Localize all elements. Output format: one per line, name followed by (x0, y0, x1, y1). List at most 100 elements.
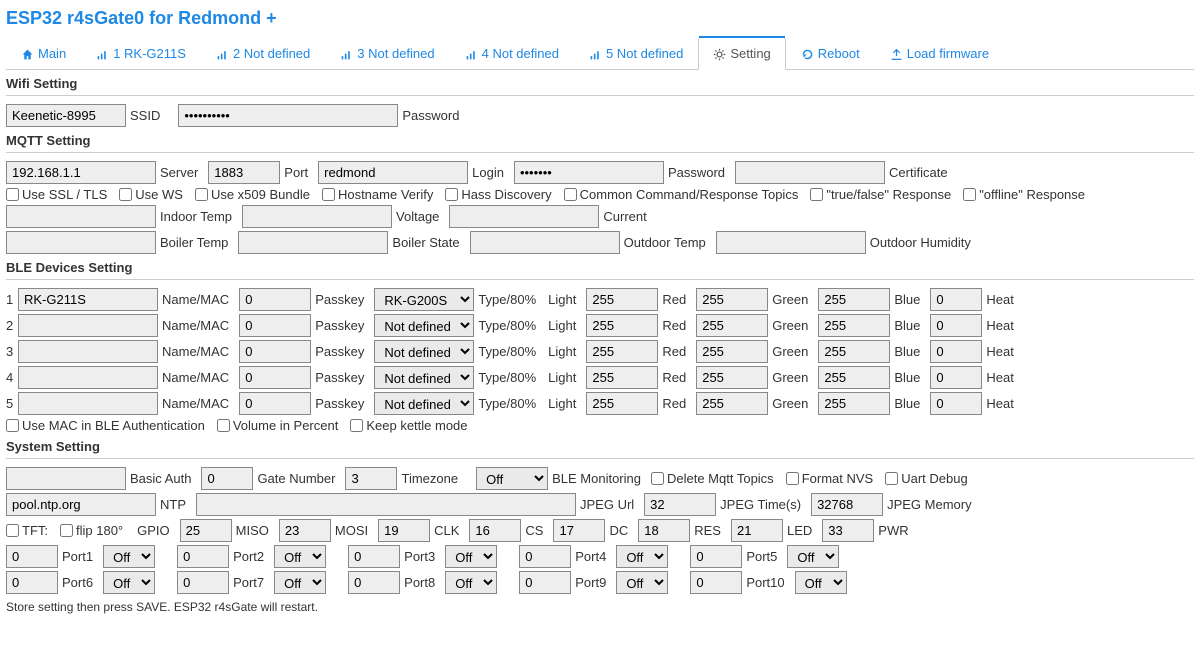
cb-delete-mqtt[interactable]: Delete Mqtt Topics (651, 471, 774, 486)
ble-passkey-input[interactable] (239, 340, 311, 363)
ble-blue-input[interactable] (818, 340, 890, 363)
port-mode-select[interactable]: Off (274, 571, 326, 594)
ble-heat-input[interactable] (930, 314, 982, 337)
mqtt-server-input[interactable] (6, 161, 156, 184)
ble-type-select[interactable]: Not defined (374, 366, 474, 389)
current-input[interactable] (449, 205, 599, 228)
cb-offresp[interactable]: "offline" Response (963, 187, 1085, 202)
mqtt-cert-input[interactable] (735, 161, 885, 184)
port-mode-select[interactable]: Off (103, 545, 155, 568)
cb-common[interactable]: Common Command/Response Topics (564, 187, 799, 202)
ble-heat-input[interactable] (930, 366, 982, 389)
timezone-input[interactable] (345, 467, 397, 490)
ble-red-input[interactable] (586, 340, 658, 363)
tab-reboot[interactable]: Reboot (786, 37, 875, 69)
tab-device-5[interactable]: 5 Not defined (574, 37, 698, 69)
ble-heat-input[interactable] (930, 288, 982, 311)
tab-device-2[interactable]: 2 Not defined (201, 37, 325, 69)
tab-setting[interactable]: Setting (698, 37, 785, 70)
port-value-input[interactable] (348, 545, 400, 568)
port-value-input[interactable] (6, 545, 58, 568)
cb-ssl[interactable]: Use SSL / TLS (6, 187, 107, 202)
jpeg-time-input[interactable] (644, 493, 716, 516)
mqtt-port-input[interactable] (208, 161, 280, 184)
outdoor-hum-input[interactable] (716, 231, 866, 254)
led-input[interactable] (731, 519, 783, 542)
ble-blue-input[interactable] (818, 288, 890, 311)
cb-uart-debug[interactable]: Uart Debug (885, 471, 967, 486)
ble-red-input[interactable] (586, 392, 658, 415)
port-value-input[interactable] (6, 571, 58, 594)
cb-hostv[interactable]: Hostname Verify (322, 187, 433, 202)
ble-blue-input[interactable] (818, 392, 890, 415)
cb-tfresp[interactable]: "true/false" Response (810, 187, 951, 202)
cb-flip[interactable]: flip 180° (60, 523, 123, 538)
ble-green-input[interactable] (696, 314, 768, 337)
port-value-input[interactable] (519, 571, 571, 594)
tab-device-4[interactable]: 4 Not defined (450, 37, 574, 69)
ble-green-input[interactable] (696, 340, 768, 363)
ble-heat-input[interactable] (930, 392, 982, 415)
ble-passkey-input[interactable] (239, 314, 311, 337)
ble-red-input[interactable] (586, 366, 658, 389)
ble-type-select[interactable]: RK-G200S (374, 288, 474, 311)
port-value-input[interactable] (690, 545, 742, 568)
port-value-input[interactable] (348, 571, 400, 594)
ble-type-select[interactable]: Not defined (374, 340, 474, 363)
port-mode-select[interactable]: Off (445, 571, 497, 594)
gpio-miso-input[interactable] (180, 519, 232, 542)
jpeg-memory-input[interactable] (811, 493, 883, 516)
tab-load-firmware[interactable]: Load firmware (875, 37, 1004, 69)
ble-blue-input[interactable] (818, 366, 890, 389)
mosi-input[interactable] (279, 519, 331, 542)
voltage-input[interactable] (242, 205, 392, 228)
port-mode-select[interactable]: Off (795, 571, 847, 594)
tab-device-1[interactable]: 1 RK-G211S (81, 37, 201, 69)
ntp-input[interactable] (6, 493, 156, 516)
ble-name-input[interactable] (18, 340, 158, 363)
outdoor-temp-input[interactable] (470, 231, 620, 254)
port-value-input[interactable] (177, 545, 229, 568)
boiler-temp-input[interactable] (6, 231, 156, 254)
cb-macauth[interactable]: Use MAC in BLE Authentication (6, 418, 205, 433)
cb-hass[interactable]: Hass Discovery (445, 187, 551, 202)
ble-heat-input[interactable] (930, 340, 982, 363)
ble-passkey-input[interactable] (239, 366, 311, 389)
port-mode-select[interactable]: Off (616, 571, 668, 594)
jpeg-url-input[interactable] (196, 493, 576, 516)
cb-format-nvs[interactable]: Format NVS (786, 471, 874, 486)
clk-input[interactable] (378, 519, 430, 542)
ble-name-input[interactable] (18, 288, 158, 311)
boiler-state-input[interactable] (238, 231, 388, 254)
ble-type-select[interactable]: Not defined (374, 314, 474, 337)
basic-auth-input[interactable] (6, 467, 126, 490)
ble-name-input[interactable] (18, 314, 158, 337)
ble-name-input[interactable] (18, 366, 158, 389)
port-value-input[interactable] (519, 545, 571, 568)
ble-passkey-input[interactable] (239, 392, 311, 415)
cb-volpct[interactable]: Volume in Percent (217, 418, 339, 433)
mqtt-password-input[interactable] (514, 161, 664, 184)
ble-monitoring-select[interactable]: Off (476, 467, 548, 490)
mqtt-login-input[interactable] (318, 161, 468, 184)
cb-ws[interactable]: Use WS (119, 187, 183, 202)
cb-x509[interactable]: Use x509 Bundle (195, 187, 310, 202)
ble-type-select[interactable]: Not defined (374, 392, 474, 415)
ble-green-input[interactable] (696, 366, 768, 389)
ble-green-input[interactable] (696, 392, 768, 415)
gate-number-input[interactable] (201, 467, 253, 490)
ble-blue-input[interactable] (818, 314, 890, 337)
cs-input[interactable] (469, 519, 521, 542)
wifi-password-input[interactable] (178, 104, 398, 127)
port-mode-select[interactable]: Off (787, 545, 839, 568)
pwr-input[interactable] (822, 519, 874, 542)
port-mode-select[interactable]: Off (616, 545, 668, 568)
ssid-input[interactable] (6, 104, 126, 127)
indoor-temp-input[interactable] (6, 205, 156, 228)
port-mode-select[interactable]: Off (274, 545, 326, 568)
ble-name-input[interactable] (18, 392, 158, 415)
port-value-input[interactable] (177, 571, 229, 594)
ble-red-input[interactable] (586, 314, 658, 337)
port-mode-select[interactable]: Off (103, 571, 155, 594)
dc-input[interactable] (553, 519, 605, 542)
